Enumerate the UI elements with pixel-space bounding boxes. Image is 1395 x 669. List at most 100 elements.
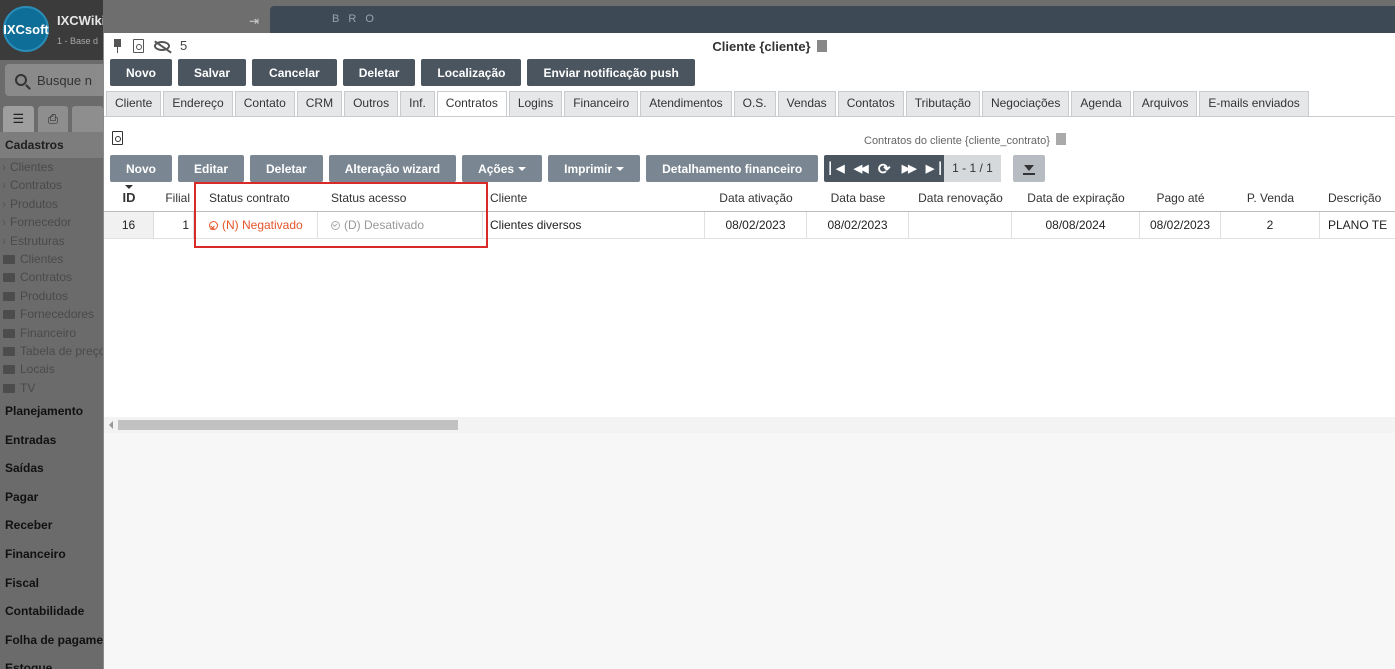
chevron-right-icon: › — [2, 196, 6, 211]
sidebar-folder-locais[interactable]: Locais — [0, 360, 103, 378]
column-header-data-expiracao[interactable]: Data de expiração — [1012, 185, 1140, 211]
imprimir-dropdown[interactable]: Imprimir — [548, 155, 641, 182]
logout-icon[interactable]: ⇥ — [249, 14, 263, 28]
tab-endereco[interactable]: Endereço — [163, 91, 233, 116]
tab-crm[interactable]: CRM — [296, 91, 343, 116]
acoes-label: Ações — [478, 161, 515, 176]
sidebar-item-fornecedor[interactable]: › Fornecedor — [0, 213, 103, 231]
document-icon[interactable] — [112, 131, 123, 145]
background-window: B R O — [270, 6, 1395, 34]
contrato-novo-button[interactable]: Novo — [110, 155, 172, 182]
sidebar-folder-financeiro[interactable]: Financeiro — [0, 324, 103, 342]
contrato-editar-button[interactable]: Editar — [178, 155, 245, 182]
sidebar-item-produtos[interactable]: › Produtos — [0, 195, 103, 213]
sidebar-section-fiscal[interactable]: Fiscal — [0, 569, 103, 598]
cell-status-contrato: (N) Negativado — [194, 212, 318, 238]
sidebar-folder-tabela-de-preco[interactable]: Tabela de preço — [0, 342, 103, 360]
last-page-icon[interactable]: ▶▕ — [920, 155, 944, 182]
download-button[interactable] — [1012, 155, 1045, 182]
column-header-data-ativacao[interactable]: Data ativação — [705, 185, 807, 211]
tab-outros[interactable]: Outros — [344, 91, 399, 116]
sidebar-folder-fornecedores[interactable]: Fornecedores — [0, 305, 103, 323]
column-header-descricao[interactable]: Descrição — [1320, 185, 1395, 211]
tab-arquivos[interactable]: Arquivos — [1132, 91, 1198, 116]
column-header-cliente[interactable]: Cliente — [483, 185, 705, 211]
sidebar-item-clientes[interactable]: › Clientes — [0, 158, 103, 176]
refresh-icon[interactable]: ⟳ — [872, 155, 896, 182]
sidebar-section-saidas[interactable]: Saídas — [0, 454, 103, 483]
cliente-window: 5 Cliente {cliente} Novo Salvar Cancelar… — [103, 33, 1395, 669]
app-name: IXCWiki — [57, 13, 103, 28]
tab-financeiro[interactable]: Financeiro — [564, 91, 639, 116]
contracts-title-wrap: Contratos do cliente {cliente_contrato} — [864, 133, 1066, 147]
sidebar-section-estoque[interactable]: Estoque — [0, 654, 103, 669]
tab-contratos[interactable]: Contratos — [436, 91, 507, 116]
tab-tributacao[interactable]: Tributação — [905, 91, 980, 116]
sidebar-tab-other[interactable] — [72, 106, 103, 132]
sidebar-section-cadastros[interactable]: Cadastros — [0, 132, 103, 158]
enviar-notificacao-push-button[interactable]: Enviar notificação push — [527, 59, 695, 86]
column-header-pago-ate[interactable]: Pago até — [1140, 185, 1221, 211]
sidebar-section-receber[interactable]: Receber — [0, 511, 103, 540]
cancelar-button[interactable]: Cancelar — [252, 59, 337, 86]
tab-logins[interactable]: Logins — [508, 91, 563, 116]
sidebar-section-entradas[interactable]: Entradas — [0, 426, 103, 455]
sidebar-menu: Cadastros › Clientes › Contratos › Produtos… — [0, 132, 103, 669]
sidebar-section-planejamento[interactable]: Planejamento — [0, 397, 103, 426]
download-icon — [1023, 164, 1034, 171]
detalhamento-financeiro-button[interactable]: Detalhamento financeiro — [646, 155, 819, 182]
tab-atendimentos[interactable]: Atendimentos — [640, 91, 732, 116]
window-tabs: Cliente Endereço Contato CRM Outros Inf.… — [106, 91, 1309, 116]
tab-contato[interactable]: Contato — [234, 91, 295, 116]
localizacao-button[interactable]: Localização — [421, 59, 522, 86]
deletar-button[interactable]: Deletar — [342, 59, 416, 86]
column-header-data-base[interactable]: Data base — [807, 185, 909, 211]
tab-vendas[interactable]: Vendas — [777, 91, 836, 116]
column-header-data-renovacao[interactable]: Data renovação — [909, 185, 1012, 211]
tab-cliente[interactable]: Cliente — [106, 91, 162, 116]
sidebar-folder-tv[interactable]: TV — [0, 379, 103, 397]
contracts-title: Contratos do cliente {cliente_contrato} — [864, 135, 1050, 147]
sidebar-section-financeiro[interactable]: Financeiro — [0, 540, 103, 569]
sidebar-folder-produtos[interactable]: Produtos — [0, 287, 103, 305]
sidebar-section-pagar[interactable]: Pagar — [0, 483, 103, 512]
column-header-status-contrato[interactable]: Status contrato — [194, 185, 318, 211]
copy-icon[interactable] — [1055, 133, 1066, 145]
sidebar-section-contabilidade[interactable]: Contabilidade — [0, 597, 103, 626]
sidebar-tab-list[interactable]: ☰ — [3, 106, 34, 132]
tab-emails-enviados[interactable]: E-mails enviados — [1199, 91, 1309, 116]
column-header-p-venda[interactable]: P. Venda — [1221, 185, 1320, 211]
horizontal-scrollbar[interactable] — [104, 417, 1395, 433]
tab-negociacoes[interactable]: Negociações — [981, 91, 1070, 116]
first-page-icon[interactable]: ▏◀ — [824, 155, 848, 182]
next-page-icon[interactable]: ▶▶ — [896, 155, 920, 182]
tab-contatos[interactable]: Contatos — [837, 91, 904, 116]
contrato-deletar-button[interactable]: Deletar — [250, 155, 323, 182]
table-row[interactable]: 16 1 (N) Negativado (D) Desativado Clien… — [104, 212, 1395, 239]
tab-agenda[interactable]: Agenda — [1071, 91, 1131, 116]
tab-inf[interactable]: Inf. — [400, 91, 435, 116]
sidebar-tab-print[interactable]: ⎙ — [37, 106, 69, 132]
sidebar-section-folha-de-pagamento[interactable]: Folha de pagame — [0, 626, 103, 655]
sidebar-folder-clientes[interactable]: Clientes — [0, 250, 103, 268]
ixcsoft-logo[interactable]: IXCsoft — [3, 6, 49, 52]
novo-button[interactable]: Novo — [110, 59, 172, 86]
copy-icon[interactable] — [816, 40, 827, 52]
column-header-id[interactable]: ID — [104, 185, 154, 211]
folder-icon — [3, 328, 15, 338]
sidebar: IXCsoft IXCWiki 1 - Base d Busque n ☰ ⎙ … — [0, 0, 103, 669]
column-header-status-acesso[interactable]: Status acesso — [318, 185, 483, 211]
scrollbar-thumb[interactable] — [118, 420, 458, 430]
sidebar-item-contratos[interactable]: › Contratos — [0, 176, 103, 194]
prev-page-icon[interactable]: ◀◀ — [848, 155, 872, 182]
alteracao-wizard-button[interactable]: Alteração wizard — [328, 155, 457, 182]
salvar-button[interactable]: Salvar — [178, 59, 247, 86]
tabs-divider — [104, 116, 1395, 117]
menu-search[interactable]: Busque n — [5, 64, 103, 96]
column-header-filial[interactable]: Filial — [154, 185, 194, 211]
acoes-dropdown[interactable]: Ações — [462, 155, 543, 182]
scroll-left-icon[interactable] — [109, 421, 113, 429]
sidebar-folder-contratos[interactable]: Contratos — [0, 268, 103, 286]
sidebar-item-estruturas[interactable]: › Estruturas — [0, 232, 103, 250]
tab-os[interactable]: O.S. — [733, 91, 776, 116]
